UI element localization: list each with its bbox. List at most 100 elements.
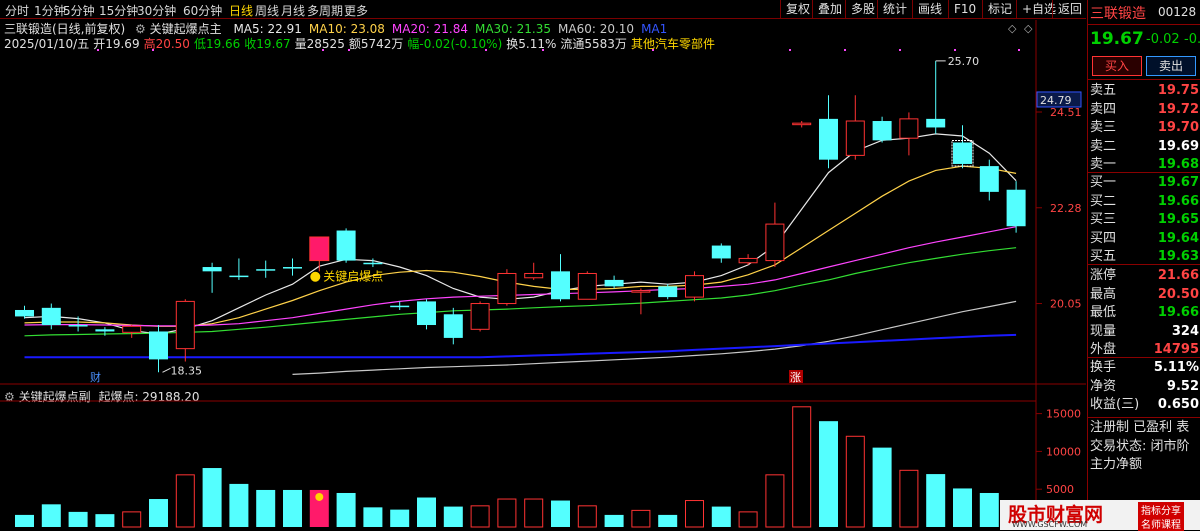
marker-dot <box>899 49 901 51</box>
sub-bar <box>765 474 785 528</box>
current-price-label: 24.79 <box>1040 94 1072 107</box>
fin-value: 5.11% <box>1153 360 1199 375</box>
fin-value: 0.650 <box>1157 397 1199 412</box>
candle-body <box>551 271 570 300</box>
candle-body <box>229 275 249 278</box>
sub-bar <box>470 505 490 528</box>
fin-row: 换手 5.11% <box>1090 358 1199 377</box>
sub-bar <box>149 499 168 527</box>
candle-body <box>122 325 142 333</box>
sub-bar <box>202 468 222 527</box>
stat-row: 涨停 21.66 <box>1090 266 1199 285</box>
sub-bar <box>336 492 356 527</box>
candle-body <box>443 314 463 338</box>
zhang-marker-label: 涨 <box>790 371 801 384</box>
ask-value: 19.75 <box>1157 83 1199 98</box>
scroll-icon: ◇ <box>1024 22 1033 35</box>
ask-value: 19.70 <box>1157 120 1199 135</box>
ma-line-ma1 <box>24 333 1017 359</box>
ma-line-ma5 <box>24 133 1017 335</box>
stat-row: 最低 19.66 <box>1090 303 1199 322</box>
watermark-tag-share: 指标分享 <box>1138 502 1184 517</box>
marker-dot <box>1018 49 1020 51</box>
candle-body <box>819 118 838 160</box>
marker-dot <box>542 49 544 51</box>
sub-bar <box>577 505 597 528</box>
watermark-tag-course: 名师课程 <box>1138 516 1184 531</box>
cai-marker: 财 <box>90 370 101 384</box>
sub-tick-label: 10000 <box>1046 445 1081 458</box>
money-bag-icon <box>310 271 321 282</box>
candle-body <box>390 305 410 308</box>
quote-price: 19.67 <box>1090 29 1144 49</box>
ask-value: 19.69 <box>1157 138 1199 154</box>
sub-bar <box>551 500 570 527</box>
candle-body <box>604 279 624 287</box>
low-price-label: 18.35 <box>171 364 203 377</box>
fin-label: 收益(三) <box>1090 397 1140 412</box>
high-price-label: 25.70 <box>948 55 980 68</box>
quote-stock-code: 00128 <box>1158 5 1197 19</box>
candle-body <box>336 230 356 261</box>
marker-dot <box>152 49 154 51</box>
sub-bar <box>631 509 651 528</box>
price-tick-label: 22.28 <box>1050 202 1082 215</box>
candle-body <box>41 307 61 326</box>
bid-value: 19.67 <box>1157 175 1199 190</box>
sub-bar <box>819 421 838 527</box>
sub-bar <box>283 489 302 527</box>
bid-row: 买四 19.64 <box>1090 229 1199 248</box>
sub-tick-label: 5000 <box>1046 483 1074 496</box>
status-row: 注册制 已盈利 表 <box>1090 420 1190 435</box>
sub-bar <box>68 511 88 527</box>
candle-body <box>149 331 168 360</box>
candle-body <box>577 272 597 300</box>
bid-row: 买二 19.66 <box>1090 192 1199 211</box>
marker-dot <box>97 49 99 51</box>
sub-bar <box>15 514 34 527</box>
sell-button[interactable]: 卖出 <box>1146 56 1196 76</box>
sub-bar <box>658 514 678 527</box>
candle-body <box>417 301 436 326</box>
stat-label: 最低 <box>1090 305 1117 320</box>
candle-body <box>497 272 517 305</box>
bid-label: 买二 <box>1090 193 1117 209</box>
candle-body <box>15 309 34 317</box>
ma-line-ma60 <box>292 300 1017 375</box>
ask-label: 卖三 <box>1090 120 1117 135</box>
candle-body <box>631 290 651 293</box>
marker-dot <box>348 49 350 51</box>
candle-body <box>872 121 892 141</box>
candle-body <box>68 325 88 327</box>
fin-row: 净资 9.52 <box>1090 377 1199 396</box>
sub-bar <box>872 447 892 527</box>
buy-button[interactable]: 买入 <box>1092 56 1142 76</box>
diamond-icon: ◇ <box>1008 22 1017 35</box>
sub-bar <box>95 514 115 527</box>
stat-value: 20.50 <box>1157 286 1199 302</box>
sub-bar <box>229 483 249 527</box>
candle-body <box>202 267 222 272</box>
ask-label: 卖四 <box>1090 101 1117 117</box>
bid-row: 买三 19.65 <box>1090 210 1199 229</box>
candle-body <box>470 303 490 330</box>
fin-label: 净资 <box>1090 378 1117 394</box>
sub-bar <box>41 504 61 527</box>
stat-label: 涨停 <box>1090 268 1117 283</box>
candle-body <box>309 236 330 262</box>
candle-body <box>711 245 731 259</box>
stat-value: 21.66 <box>1157 268 1199 283</box>
candle-body <box>283 267 302 269</box>
kline-chart[interactable]: ◇ ◇ 24.51 22.28 20.05 24.79 15000 10000 5000 关键启爆… <box>0 0 1086 530</box>
sub-bar <box>979 492 999 527</box>
bid-label: 买一 <box>1090 175 1117 190</box>
sub-money-bag-icon <box>315 492 324 501</box>
status-row: 主力净额 <box>1090 457 1143 472</box>
bid-label: 买四 <box>1090 230 1117 246</box>
sub-bar <box>685 500 704 528</box>
sub-bar <box>604 514 624 527</box>
sub-bar <box>497 498 517 528</box>
quote-panel: 三联锻造 00128 19.67 -0.02 -0. 买入 卖出 卖五 19.75… <box>1087 0 1200 530</box>
ma-line-ma20 <box>24 226 1017 327</box>
stat-value: 324 <box>1171 323 1199 339</box>
